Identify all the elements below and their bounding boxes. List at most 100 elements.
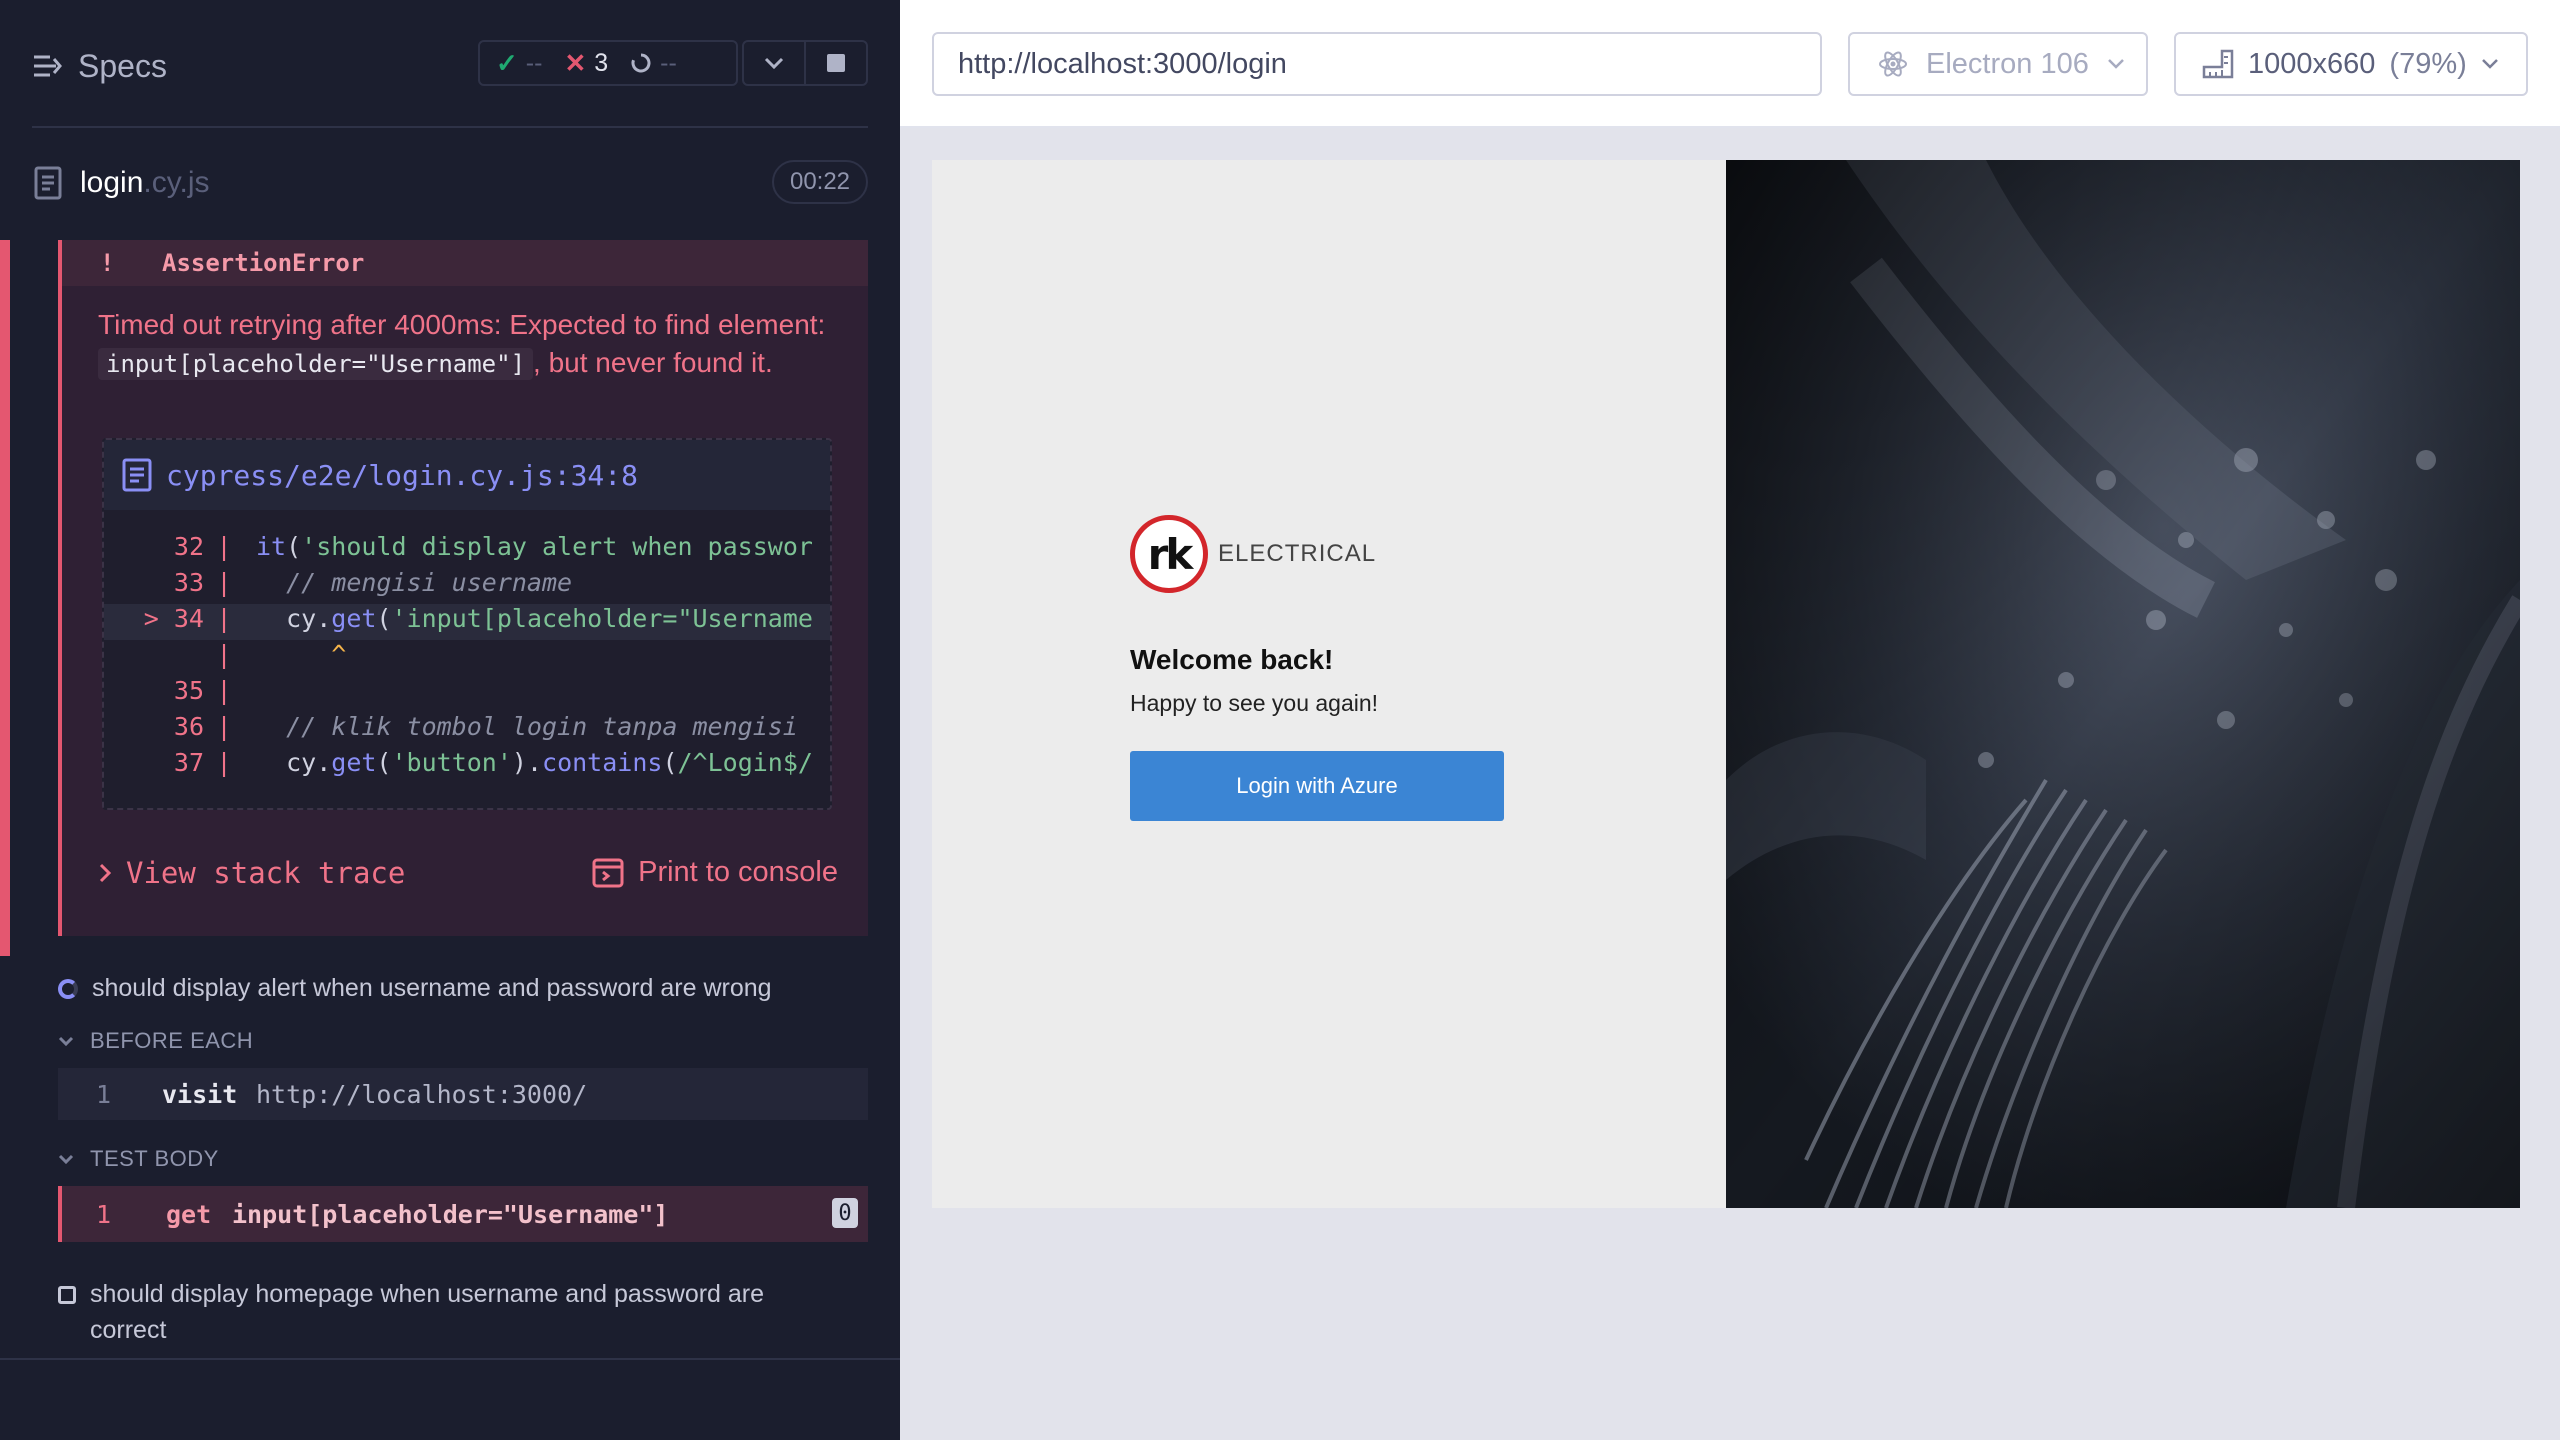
code-line-number: 36 [173,712,204,741]
test-title[interactable]: should display homepage when username an… [58,1276,838,1348]
code-lines: 32 | it('should display alert when passwor… [104,532,830,784]
viewport-selector[interactable]: 1000x660 (79%) [2174,32,2528,96]
code-line-source: // mengisi username [286,568,573,597]
welcome-heading: Welcome back! [1130,644,1334,675]
spec-file-row: login.cy.js 00:22 [0,156,900,212]
spec-file-name[interactable]: login.cy.js [80,166,210,200]
code-line: 37 | cy.get('button').contains(/^Login$/ [104,748,830,784]
command-arg: input[placeholder="Username"] [232,1199,669,1229]
spec-file-ext: .cy.js [143,166,210,199]
logo-text: ELECTRICAL [1218,540,1377,567]
print-to-console-label: Print to console [638,856,838,888]
electrical-cables-photo [1726,160,2520,1208]
chevron-down-icon [764,57,784,70]
hero-photo [1726,160,2520,1208]
login-panel: rk ELECTRICAL Welcome back! Happy to see… [932,160,1726,1208]
specs-toggle-button[interactable]: Specs [32,44,167,88]
chevron-down-icon [2481,59,2498,69]
rk-electrical-logo: rk ELECTRICAL [1130,515,1376,593]
test-title[interactable]: should display alert when username and p… [58,974,772,1003]
code-line: 32 | it('should display alert when passwor [104,532,830,568]
chevron-down-icon [58,1036,74,1046]
expand-button[interactable] [744,42,806,84]
pending-count: -- [660,48,677,77]
command-name: get [166,1199,212,1229]
code-line-source: it('should display alert when passwor [256,532,813,561]
code-gutter-bar: | [216,568,232,597]
code-line-number: 33 [173,568,204,597]
test-stats: ✓ -- ✕ 3 -- [478,40,738,86]
passed-count: -- [525,48,543,77]
error-actions: View stack trace Print to console [98,848,838,904]
x-icon: ✕ [564,47,587,78]
code-line: 33 | // mengisi username [104,568,830,604]
code-line-source: cy.get('button').contains(/^Login$/ [256,748,813,777]
view-stack-trace-button[interactable]: View stack trace [98,856,405,890]
reporter-divider [0,1358,900,1360]
browser-label: Electron 106 [1926,47,2089,80]
error-bang: ! [100,249,115,277]
login-with-azure-button[interactable]: Login with Azure [1130,751,1504,821]
duration-badge: 00:22 [772,160,868,204]
error-message: Timed out retrying after 4000ms: Expecte… [98,306,838,383]
print-to-console-button[interactable]: Print to console [592,856,838,889]
failed-stat: ✕ 3 [564,48,608,79]
chevron-right-icon [99,863,112,883]
test-title-text: should display alert when username and p… [92,974,772,1002]
before-each-hook-label[interactable]: BEFORE EACH [58,1028,253,1054]
document-icon [122,458,152,492]
url-bar[interactable]: http://localhost:3000/login [932,32,1822,96]
code-line-number: 37 [173,748,204,777]
pending-stat: -- [630,49,677,78]
code-gutter-bar: | [216,604,232,633]
error-type: AssertionError [162,249,365,277]
view-stack-trace-label: View stack trace [126,856,406,890]
browser-selector[interactable]: Electron 106 [1848,32,2148,96]
code-line-number: 32 [173,532,204,561]
before-each-label: BEFORE EACH [90,1028,254,1053]
run-controls [742,40,868,86]
stop-icon [827,54,845,72]
code-frame-file-link[interactable]: cypress/e2e/login.cy.js:34:8 [104,440,830,510]
pending-square-icon [58,1286,76,1304]
error-header: ! AssertionError [62,240,868,286]
element-count-badge: 0 [832,1198,858,1228]
code-gutter-bar: | [216,748,232,777]
code-gutter-bar: | [216,532,232,561]
reporter-panel: Specs ✓ -- ✕ 3 -- login.cy.js 00:22 ! As… [0,0,900,1440]
stop-button[interactable] [806,42,866,84]
welcome-subtitle: Happy to see you again! [1130,690,1379,716]
code-line-source: ^ [331,640,347,669]
failed-command-row[interactable]: 1 get input[placeholder="Username"] 0 [58,1186,868,1242]
code-line: 36 | // klik tombol login tanpa mengisi [104,712,830,748]
aut-header: http://localhost:3000/login Electron 106… [900,0,2560,128]
code-line-source: cy.get('input[placeholder="Username [256,604,813,633]
rk-logo-mark: rk [1130,515,1208,593]
test-title-text: should display homepage when username an… [90,1280,765,1344]
passed-stat: ✓ -- [496,48,542,79]
document-icon [34,166,62,200]
code-frame-path: cypress/e2e/login.cy.js:34:8 [166,458,639,492]
failed-indicator-bar [0,240,10,956]
command-row[interactable]: 1 visit http://localhost:3000/ [58,1068,868,1120]
code-line: 35 | [104,676,830,712]
error-panel: ! AssertionError Timed out retrying afte… [58,240,868,936]
ruler-icon [2202,49,2234,79]
code-gutter-bar: | [216,712,232,741]
specs-list-icon [34,55,62,77]
error-message-before: Timed out retrying after 4000ms: Expecte… [98,309,826,340]
app-under-test: rk ELECTRICAL Welcome back! Happy to see… [932,160,2520,1208]
terminal-icon [592,858,624,887]
code-frame: cypress/e2e/login.cy.js:34:8 32 | it('shou… [102,438,832,810]
running-spinner-icon [58,978,78,999]
code-line-number: > 34 [143,604,204,633]
test-body-hook-label[interactable]: TEST BODY [58,1146,219,1172]
spec-file-base: login [80,166,144,199]
command-index: 1 [96,1079,112,1109]
code-line: > 34 | cy.get('input[placeholder="Usernam… [104,604,830,640]
code-line-number: 35 [173,676,204,705]
electron-icon [1879,51,1907,77]
viewport-size: 1000x660 [2248,47,2376,80]
code-gutter-bar: | [216,676,232,705]
command-index: 1 [96,1199,112,1229]
